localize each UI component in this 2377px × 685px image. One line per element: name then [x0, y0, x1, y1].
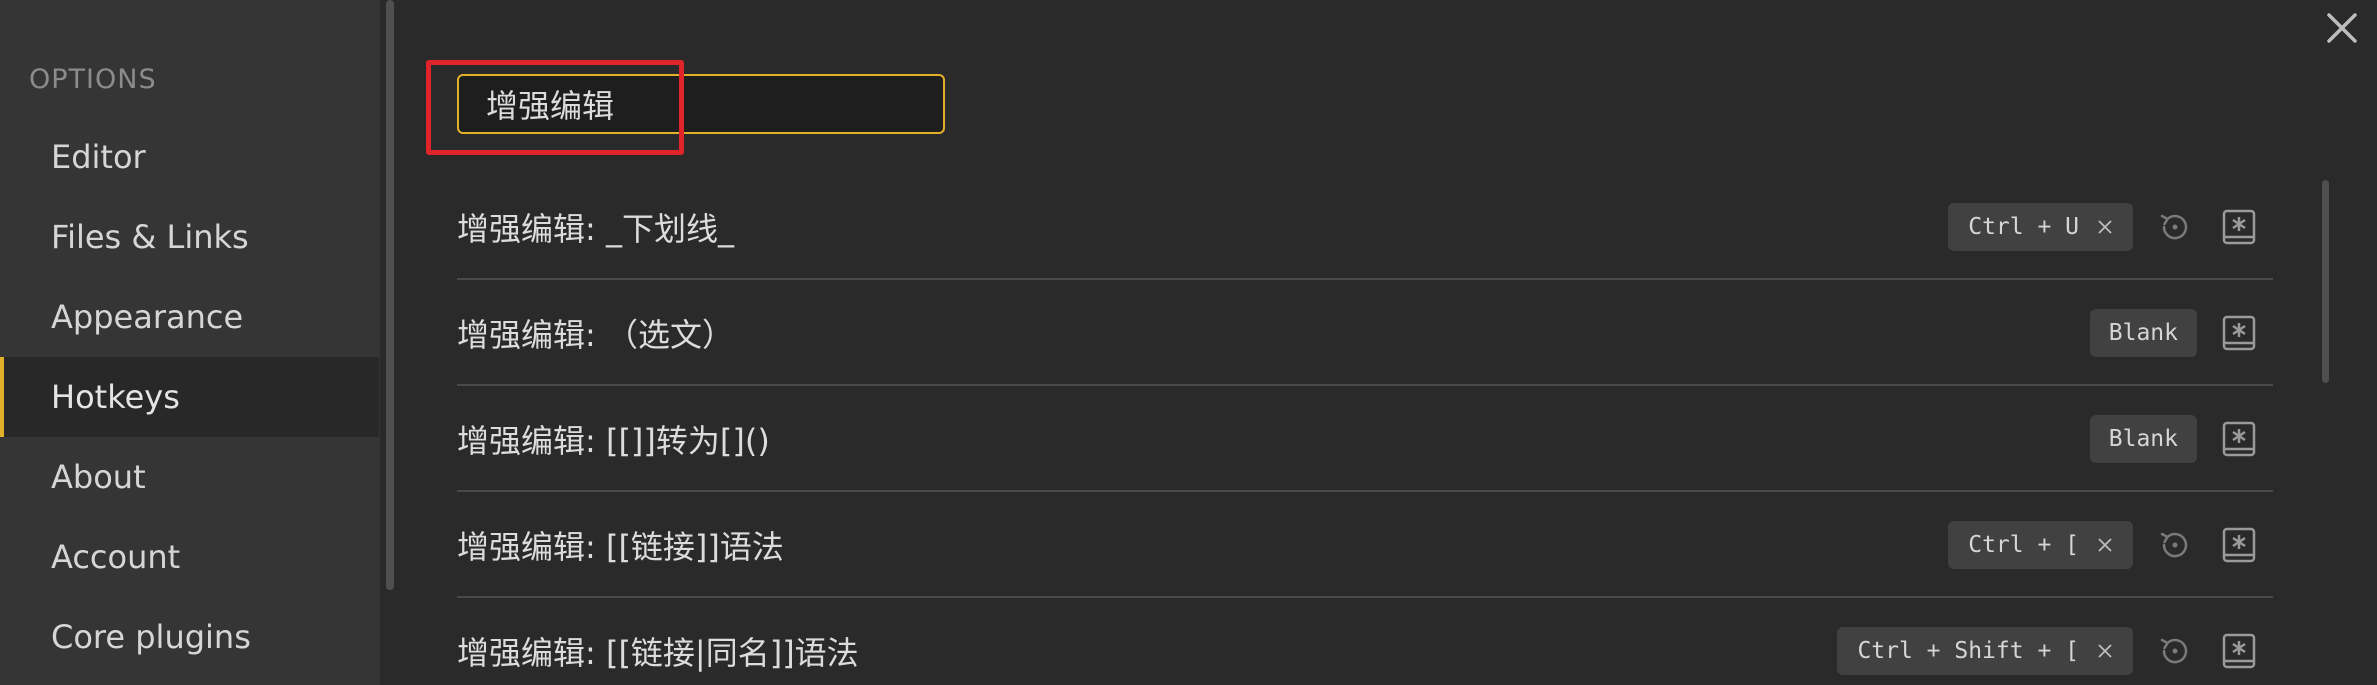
sidebar-item-label: Core plugins [51, 618, 251, 656]
hotkey-row: 增强编辑: （选文） Blank [457, 280, 2273, 386]
add-hotkey-icon [2222, 315, 2256, 351]
sidebar-item-about[interactable]: About [0, 437, 379, 517]
add-hotkey-button[interactable] [2217, 205, 2261, 249]
restore-default-button[interactable] [2153, 205, 2197, 249]
reset-icon [2160, 638, 2188, 664]
sidebar-item-label: About [51, 458, 146, 496]
hotkey-chip-label: Ctrl + Shift + [ [1857, 638, 2079, 664]
hotkey-chip-blank: Blank [2089, 415, 2197, 463]
sidebar-item-appearance[interactable]: Appearance [0, 277, 379, 357]
remove-hotkey-button[interactable] [2097, 219, 2113, 235]
restore-default-button[interactable] [2153, 523, 2197, 567]
sidebar-item-label: Editor [51, 138, 146, 176]
hotkey-command-name: 增强编辑: _下划线_ [457, 210, 734, 248]
close-button[interactable] [2324, 10, 2360, 46]
hotkey-actions: Ctrl + [ [1948, 492, 2273, 598]
sidebar-item-label: Hotkeys [51, 378, 180, 416]
hotkey-actions: Blank [2089, 280, 2273, 386]
main-scrollbar[interactable] [2322, 180, 2329, 383]
sidebar-item-editor[interactable]: Editor [0, 117, 379, 197]
hotkey-chip-label: Ctrl + [ [1968, 532, 2079, 558]
hotkey-chip-label: Ctrl + U [1968, 214, 2079, 240]
add-hotkey-icon [2222, 209, 2256, 245]
add-hotkey-button[interactable] [2217, 523, 2261, 567]
hotkey-chip-label: Blank [2108, 320, 2178, 346]
hotkey-chip-blank: Blank [2089, 309, 2197, 357]
sidebar-heading: OPTIONS [29, 64, 157, 95]
hotkey-row: 增强编辑: [[链接|同名]]语法 Ctrl + Shift + [ [457, 598, 2273, 685]
settings-sidebar: OPTIONS Editor Files & Links Appearance … [0, 0, 380, 685]
hotkey-row: 增强编辑: [[]]转为[]() Blank [457, 386, 2273, 492]
close-icon [2327, 13, 2357, 43]
x-icon [2098, 644, 2112, 658]
add-hotkey-icon [2222, 633, 2256, 669]
hotkey-search-input[interactable] [457, 74, 945, 134]
hotkey-chip: Ctrl + Shift + [ [1837, 627, 2133, 675]
hotkey-actions: Ctrl + U [1948, 174, 2273, 280]
hotkey-command-name: 增强编辑: [[链接]]语法 [457, 528, 784, 566]
settings-window: OPTIONS Editor Files & Links Appearance … [0, 0, 2377, 685]
sidebar-item-account[interactable]: Account [0, 517, 379, 597]
add-hotkey-button[interactable] [2217, 629, 2261, 673]
hotkey-row: 增强编辑: _下划线_ Ctrl + U [457, 174, 2273, 280]
remove-hotkey-button[interactable] [2097, 643, 2113, 659]
restore-default-button[interactable] [2153, 629, 2197, 673]
sidebar-item-label: Account [51, 538, 181, 576]
sidebar-item-core-plugins[interactable]: Core plugins [0, 597, 379, 677]
hotkey-actions: Blank [2089, 386, 2273, 492]
hotkey-row: 增强编辑: [[链接]]语法 Ctrl + [ [457, 492, 2273, 598]
hotkey-command-name: 增强编辑: [[链接|同名]]语法 [457, 634, 859, 672]
add-hotkey-button[interactable] [2217, 311, 2261, 355]
add-hotkey-icon [2222, 421, 2256, 457]
hotkey-command-name: 增强编辑: [[]]转为[]() [457, 422, 770, 460]
hotkey-command-name: 增强编辑: （选文） [457, 316, 734, 354]
sidebar-item-label: Files & Links [51, 218, 249, 256]
hotkey-chip: Ctrl + [ [1948, 521, 2133, 569]
sidebar-item-label: Appearance [51, 298, 244, 336]
hotkey-chip-label: Blank [2108, 426, 2178, 452]
reset-icon [2160, 532, 2188, 558]
active-indicator [0, 357, 4, 437]
add-hotkey-button[interactable] [2217, 417, 2261, 461]
hotkey-chip: Ctrl + U [1948, 203, 2133, 251]
x-icon [2098, 220, 2112, 234]
remove-hotkey-button[interactable] [2097, 537, 2113, 553]
reset-icon [2160, 214, 2188, 240]
add-hotkey-icon [2222, 527, 2256, 563]
sidebar-item-files-links[interactable]: Files & Links [0, 197, 379, 277]
sidebar-scrollbar[interactable] [386, 0, 394, 590]
x-icon [2098, 538, 2112, 552]
hotkey-actions: Ctrl + Shift + [ [1837, 598, 2273, 685]
sidebar-item-hotkeys[interactable]: Hotkeys [0, 357, 379, 437]
